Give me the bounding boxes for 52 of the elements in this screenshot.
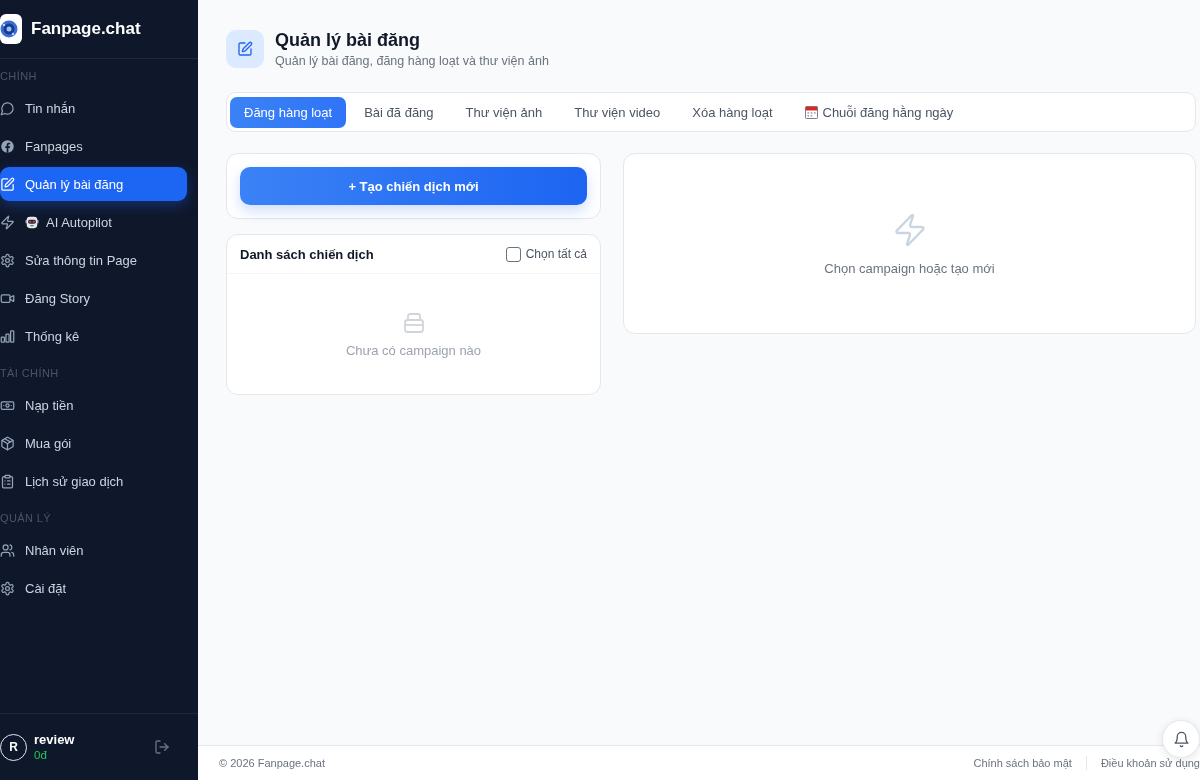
box-icon xyxy=(0,435,15,451)
edit-icon xyxy=(0,176,15,192)
copyright-text: © 2026 Fanpage.chat xyxy=(219,757,325,769)
archive-box-icon xyxy=(401,310,426,335)
sidebar-item[interactable]: Mua gói xyxy=(0,426,187,460)
robot-icon xyxy=(25,215,39,229)
footer-link[interactable]: Chính sách bảo mật xyxy=(973,757,1072,769)
calendar-icon xyxy=(804,105,818,119)
section-heading: TÀI CHÍNH xyxy=(0,366,59,381)
logout-button[interactable] xyxy=(154,739,170,755)
tab[interactable]: Thư viện video xyxy=(560,96,675,128)
sidebar-item[interactable]: Fanpages xyxy=(0,129,187,163)
sidebar-item[interactable]: Đăng Story xyxy=(0,281,187,315)
tab[interactable]: Chuỗi đăng hằng ngày xyxy=(790,96,968,128)
section-heading: CHÍNH xyxy=(0,69,37,84)
checkbox-label[interactable]: Chọn tất cả xyxy=(525,247,587,261)
chat-bubble-icon xyxy=(0,100,15,116)
panel-title: Danh sách chiến dịch xyxy=(240,246,374,262)
sidebar-item[interactable]: AI Autopilot xyxy=(0,205,187,239)
sidebar-item[interactable]: Nạp tiền xyxy=(0,388,187,422)
globe-logo-icon xyxy=(0,14,22,44)
page-title: Quản lý bài đăng xyxy=(275,29,422,51)
sidebar-item[interactable]: Sửa thông tin Page xyxy=(0,243,187,277)
tab[interactable]: Thư viện ảnh xyxy=(451,96,557,128)
sidebar-item[interactable]: Cài đặt xyxy=(0,571,187,605)
user-balance: 0đ xyxy=(34,748,48,762)
sidebar-item[interactable]: Nhân viên xyxy=(0,533,187,567)
edit-icon xyxy=(226,30,264,68)
empty-state-text: Chọn campaign hoặc tạo mới xyxy=(824,260,995,276)
bar-chart-icon xyxy=(0,328,15,344)
clipboard-list-icon xyxy=(0,473,15,489)
footer-link[interactable]: Điều khoản sử dụng xyxy=(1100,757,1200,769)
sidebar-item[interactable]: Lịch sử giao dịch xyxy=(0,464,187,498)
page-subtitle: Quản lý bài đăng, đăng hàng loạt và thư viện ảnh xyxy=(275,53,549,69)
select-all-checkbox[interactable] xyxy=(505,246,521,262)
tab[interactable]: Đăng hàng loạt xyxy=(230,96,347,128)
brand-name: Fanpage.chat xyxy=(31,19,141,39)
create-campaign-button[interactable]: + Tạo chiến dịch mới xyxy=(240,167,587,205)
user-name: review xyxy=(34,732,76,748)
tab[interactable]: Xóa hàng loạt xyxy=(678,96,787,128)
settings-icon xyxy=(0,252,15,268)
settings-icon xyxy=(0,580,15,596)
section-heading: QUẢN LÝ xyxy=(0,511,52,526)
users-icon xyxy=(0,542,15,558)
sidebar-item[interactable]: Thống kê xyxy=(0,319,187,353)
logout-icon xyxy=(154,739,170,755)
sidebar-item[interactable]: Tin nhắn xyxy=(0,91,187,125)
empty-state-text: Chưa có campaign nào xyxy=(345,342,482,358)
sidebar-item[interactable]: Quản lý bài đăng xyxy=(0,167,187,201)
bell-icon xyxy=(1172,730,1190,748)
tab[interactable]: Bài đã đăng xyxy=(350,96,448,128)
lightning-icon xyxy=(0,214,15,230)
